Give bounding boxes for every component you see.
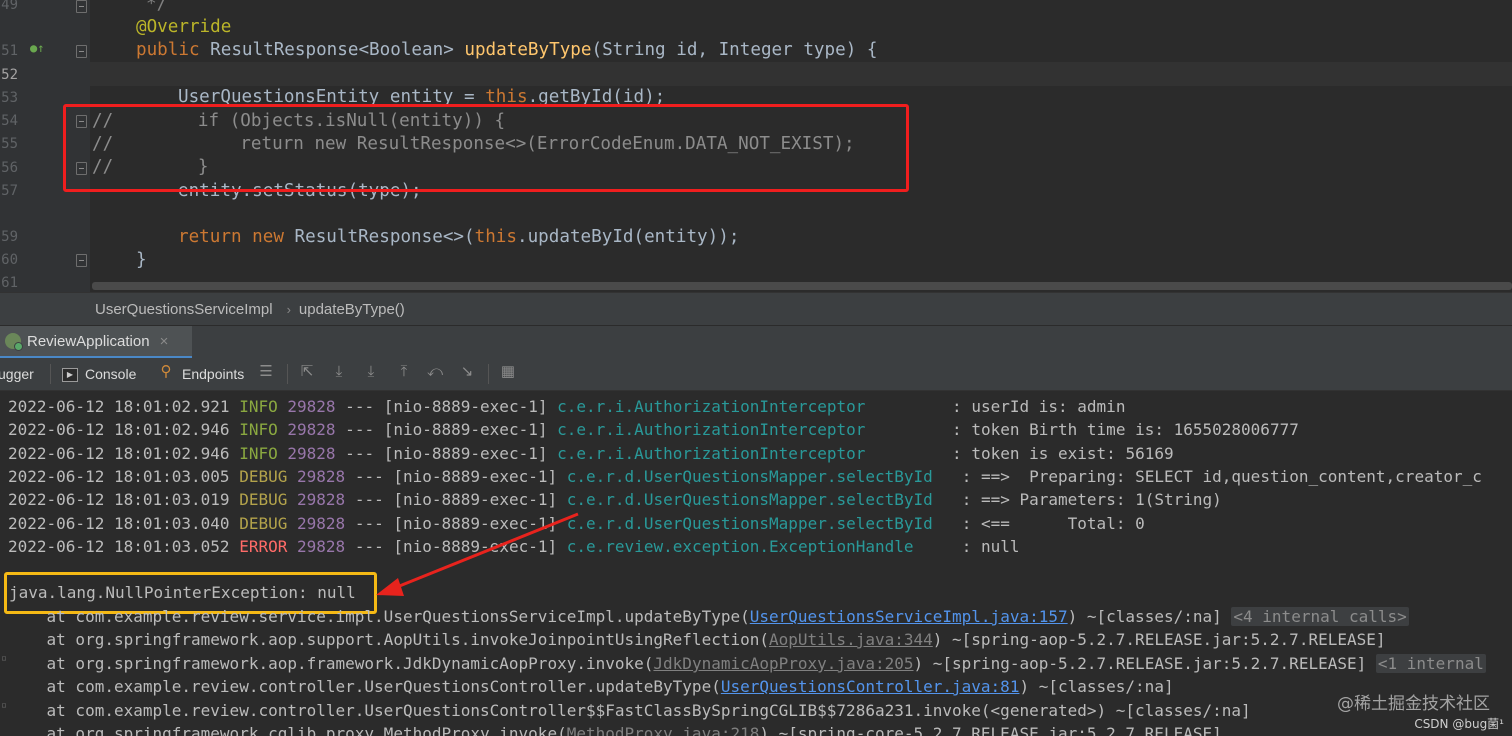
annotation-arrow-icon (376, 512, 579, 596)
